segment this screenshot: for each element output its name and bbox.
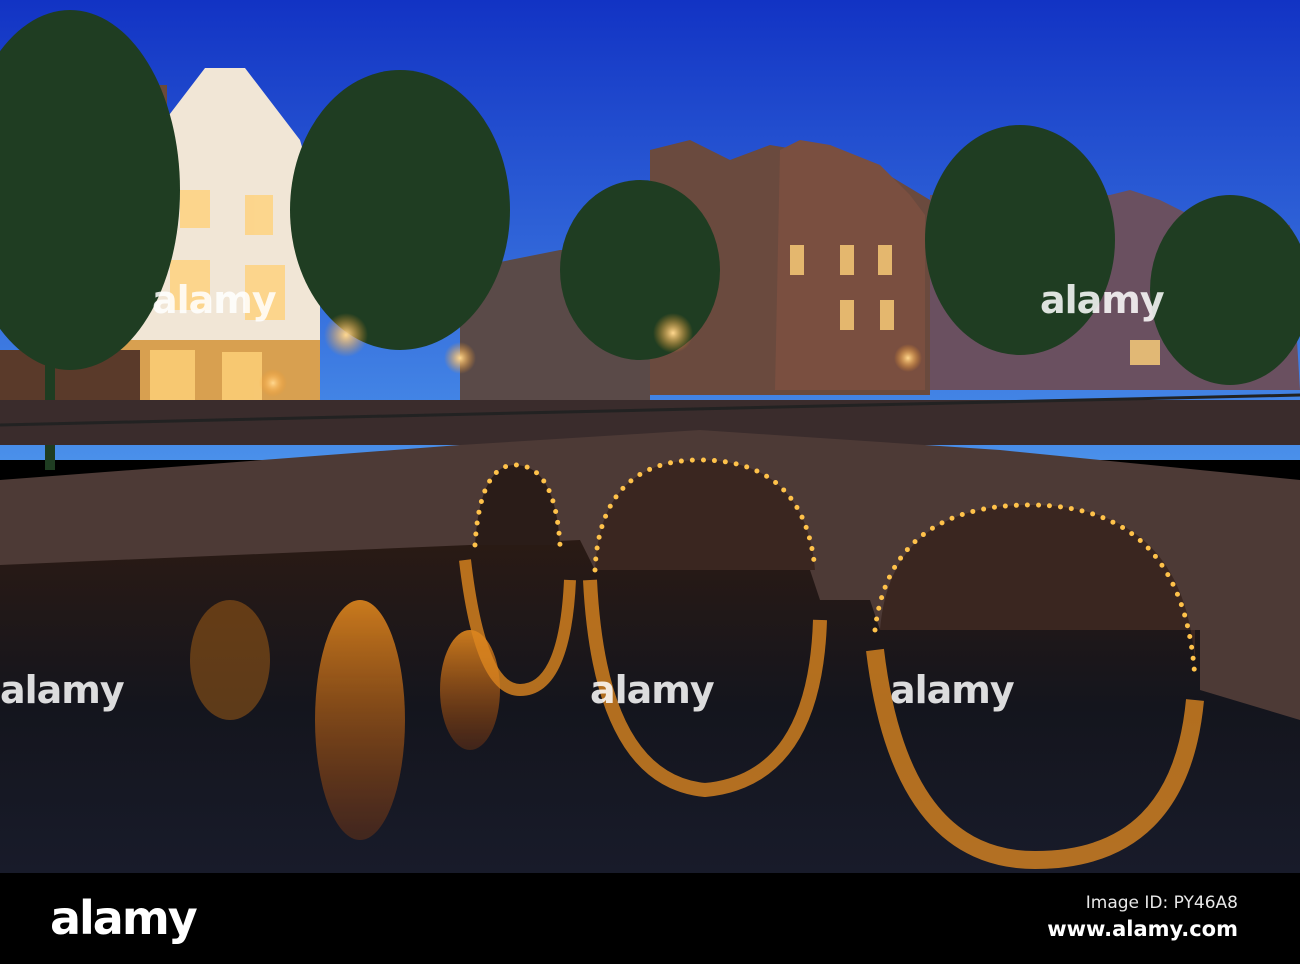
alamy-logo: alamy <box>50 891 198 945</box>
photo-amsterdam-canal-bridge-night: alamy alamy alamy alamy alamy alamy Imag… <box>0 0 1300 964</box>
image-id: Image ID: PY46A8 <box>1085 893 1238 913</box>
watermark-center: alamy <box>590 668 715 712</box>
watermark-bar: alamy Image ID: PY46A8 www.alamy.com <box>0 873 1300 964</box>
watermark-right: alamy <box>890 668 1015 712</box>
watermark-left: alamy <box>0 668 125 712</box>
watermark-top-left: alamy <box>152 278 277 322</box>
scene <box>0 0 1300 873</box>
site-url: www.alamy.com <box>1047 917 1238 941</box>
watermark-top: alamy <box>1040 278 1165 322</box>
